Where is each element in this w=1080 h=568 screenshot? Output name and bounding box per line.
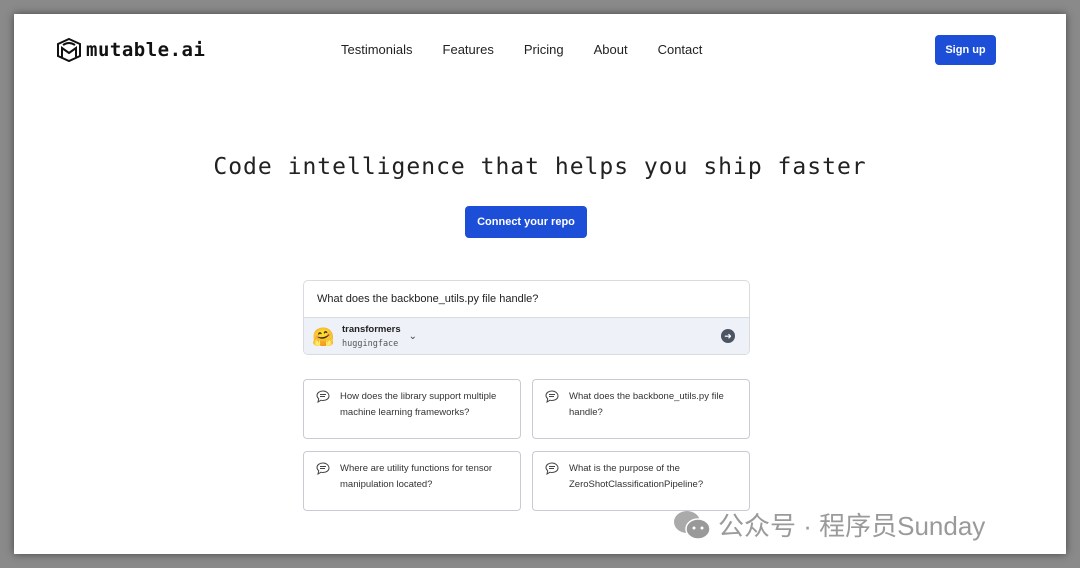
suggestion-text: Where are utility functions for tensor m… <box>340 463 493 490</box>
watermark: 公众号 · 程序员Sunday <box>672 506 985 543</box>
suggestion-card[interactable]: What does the backbone_utils.py file han… <box>532 379 750 439</box>
suggestion-text: What is the purpose of the ZeroShotClass… <box>569 463 704 490</box>
watermark-text: 公众号 · 程序员Sunday <box>718 511 986 541</box>
repo-name: transformers <box>342 323 401 335</box>
query-input[interactable]: What does the backbone_utils.py file han… <box>304 281 749 318</box>
nav-testimonials[interactable]: Testimonials <box>341 42 413 57</box>
logo-text: mutable.ai <box>86 39 206 61</box>
hero-title: Code intelligence that helps you ship fa… <box>213 154 867 180</box>
cube-logo-icon <box>57 37 81 63</box>
submit-arrow-icon[interactable]: ➜ <box>721 329 735 343</box>
suggestion-text: What does the backbone_utils.py file han… <box>569 391 724 418</box>
query-box: What does the backbone_utils.py file han… <box>303 280 750 355</box>
repo-bar: 🤗 transformers huggingface ⌄ ➜ <box>304 318 749 354</box>
chat-bubble-icon <box>545 390 559 403</box>
nav-pricing[interactable]: Pricing <box>524 42 564 57</box>
nav-features[interactable]: Features <box>443 42 494 57</box>
suggestion-card[interactable]: What is the purpose of the ZeroShotClass… <box>532 451 750 511</box>
suggestion-card[interactable]: Where are utility functions for tensor m… <box>303 451 521 511</box>
nav-contact[interactable]: Contact <box>658 42 703 57</box>
chevron-down-icon[interactable]: ⌄ <box>409 331 417 342</box>
nav-about[interactable]: About <box>594 42 628 57</box>
chat-bubble-icon <box>545 462 559 475</box>
logo[interactable]: mutable.ai <box>56 37 205 63</box>
page: mutable.ai Testimonials Features Pricing… <box>14 14 1066 554</box>
wechat-icon <box>674 510 711 540</box>
huggingface-icon: 🤗 <box>312 326 335 347</box>
chat-bubble-icon <box>316 390 330 403</box>
main-nav: Testimonials Features Pricing About Cont… <box>341 42 702 57</box>
suggestion-text: How does the library support multiple ma… <box>340 391 497 418</box>
chat-bubble-icon <box>316 462 330 475</box>
connect-repo-button[interactable]: Connect your repo <box>465 206 587 238</box>
signup-button[interactable]: Sign up <box>935 35 996 65</box>
suggestion-card[interactable]: How does the library support multiple ma… <box>303 379 521 439</box>
repo-selector[interactable]: transformers huggingface <box>342 324 401 350</box>
repo-owner: huggingface <box>342 338 399 349</box>
